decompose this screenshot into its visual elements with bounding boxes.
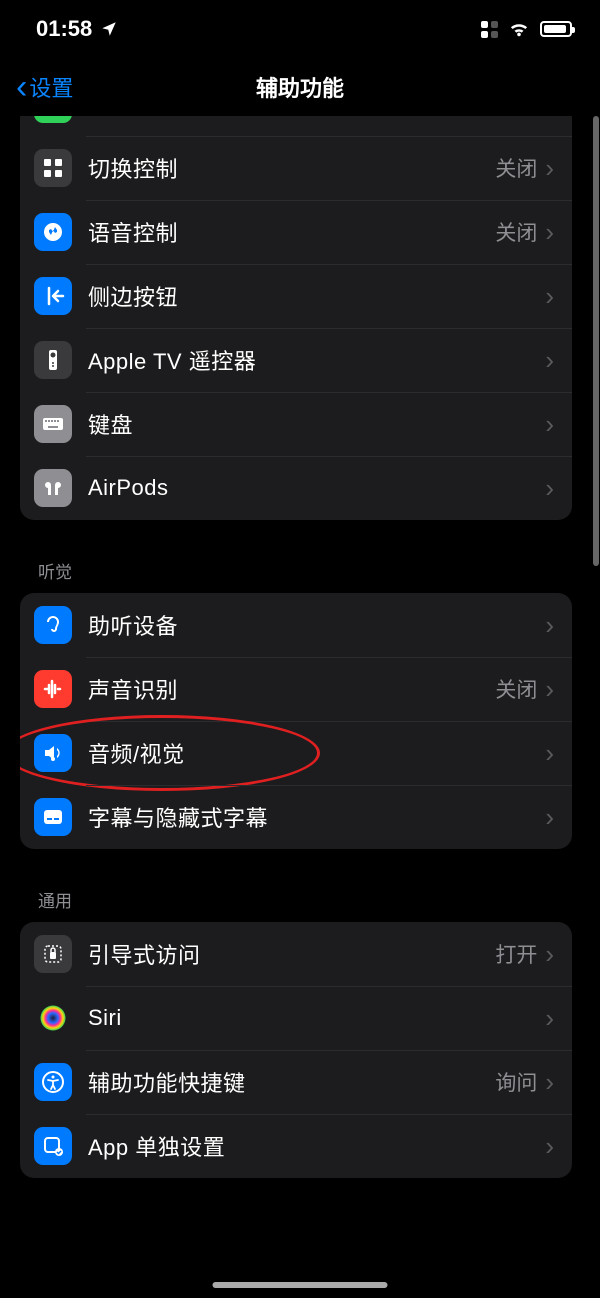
captions-icon	[34, 798, 72, 836]
chevron-right-icon: ›	[545, 610, 554, 641]
row-label: App 单独设置	[88, 1130, 545, 1162]
status-right	[481, 20, 572, 38]
page-title: 辅助功能	[256, 71, 344, 103]
chevron-right-icon: ›	[545, 939, 554, 970]
row-sound-recognition[interactable]: 声音识别 关闭 ›	[20, 657, 572, 721]
row-hearing-devices[interactable]: 助听设备 ›	[20, 593, 572, 657]
row-side-button[interactable]: 侧边按钮 ›	[20, 264, 572, 328]
scrollbar[interactable]	[593, 116, 599, 1288]
accessibility-icon	[34, 1063, 72, 1101]
back-label: 设置	[29, 71, 73, 103]
row-value: 关闭	[495, 153, 537, 183]
row-label: 侧边按钮	[88, 280, 545, 312]
row-guided-access[interactable]: 引导式访问 打开 ›	[20, 922, 572, 986]
row-label: AirPods	[88, 475, 545, 501]
chevron-right-icon: ›	[545, 802, 554, 833]
status-left: 01:58	[36, 16, 118, 42]
nav-header: ‹ 设置 辅助功能	[0, 58, 600, 116]
row-label: 语音控制	[88, 216, 495, 248]
row-label: 音频/视觉	[88, 737, 545, 769]
content-scroll[interactable]: 面容 ID 与注视 › 切换控制 关闭 › 语音控制 关闭 › 侧边按钮 ›	[0, 116, 592, 1298]
voice-control-icon	[34, 213, 72, 251]
airpods-icon	[34, 469, 72, 507]
home-indicator[interactable]	[213, 1282, 388, 1288]
row-audio-visual[interactable]: 音频/视觉 ›	[20, 721, 572, 785]
row-label: 声音识别	[88, 673, 495, 705]
tv-remote-icon	[34, 341, 72, 379]
signal-icon	[481, 21, 498, 38]
chevron-right-icon: ›	[545, 473, 554, 504]
row-label: Siri	[88, 1005, 545, 1031]
status-bar: 01:58	[0, 0, 600, 58]
chevron-right-icon: ›	[545, 409, 554, 440]
location-icon	[100, 20, 118, 38]
section-header-general: 通用	[0, 887, 592, 922]
row-label: 助听设备	[88, 609, 545, 641]
ear-icon	[34, 606, 72, 644]
row-label: 面容 ID 与注视	[88, 116, 545, 120]
chevron-right-icon: ›	[545, 116, 554, 120]
battery-icon	[540, 21, 572, 37]
side-button-icon	[34, 277, 72, 315]
chevron-right-icon: ›	[545, 1067, 554, 1098]
row-value: 关闭	[495, 674, 537, 704]
row-label: Apple TV 遥控器	[88, 344, 545, 376]
row-label: 字幕与隐藏式字幕	[88, 801, 545, 833]
chevron-right-icon: ›	[545, 345, 554, 376]
row-label: 引导式访问	[88, 938, 495, 970]
siri-icon	[34, 999, 72, 1037]
audio-visual-icon	[34, 734, 72, 772]
status-time: 01:58	[36, 16, 92, 42]
chevron-right-icon: ›	[545, 1131, 554, 1162]
row-label: 键盘	[88, 408, 545, 440]
guided-access-icon	[34, 935, 72, 973]
chevron-right-icon: ›	[545, 153, 554, 184]
row-label: 切换控制	[88, 152, 495, 184]
back-button[interactable]: ‹ 设置	[16, 70, 73, 104]
row-label: 辅助功能快捷键	[88, 1066, 495, 1098]
section-header-hearing: 听觉	[0, 558, 592, 593]
chevron-right-icon: ›	[545, 738, 554, 769]
row-value: 关闭	[495, 217, 537, 247]
row-face-id-attention[interactable]: 面容 ID 与注视 ›	[20, 116, 572, 136]
row-voice-control[interactable]: 语音控制 关闭 ›	[20, 200, 572, 264]
row-value: 询问	[495, 1067, 537, 1097]
chevron-right-icon: ›	[545, 281, 554, 312]
row-value: 打开	[495, 939, 537, 969]
chevron-right-icon: ›	[545, 217, 554, 248]
chevron-left-icon: ‹	[16, 70, 27, 104]
group-general: 引导式访问 打开 › Siri › 辅助功能快捷键 询问 › App 单独设置 …	[20, 922, 572, 1178]
row-switch-control[interactable]: 切换控制 关闭 ›	[20, 136, 572, 200]
group-hearing: 助听设备 › 声音识别 关闭 › 音频/视觉 › 字幕与隐藏式字幕 ›	[20, 593, 572, 849]
wifi-icon	[508, 20, 530, 38]
scrollbar-thumb[interactable]	[593, 116, 599, 566]
row-airpods[interactable]: AirPods ›	[20, 456, 572, 520]
row-subtitles-captions[interactable]: 字幕与隐藏式字幕 ›	[20, 785, 572, 849]
chevron-right-icon: ›	[545, 1003, 554, 1034]
row-siri[interactable]: Siri ›	[20, 986, 572, 1050]
keyboard-icon	[34, 405, 72, 443]
per-app-icon	[34, 1127, 72, 1165]
row-per-app-settings[interactable]: App 单独设置 ›	[20, 1114, 572, 1178]
group-physical-motor: 面容 ID 与注视 › 切换控制 关闭 › 语音控制 关闭 › 侧边按钮 ›	[20, 116, 572, 520]
switch-control-icon	[34, 149, 72, 187]
row-accessibility-shortcut[interactable]: 辅助功能快捷键 询问 ›	[20, 1050, 572, 1114]
face-id-icon	[34, 116, 72, 123]
row-apple-tv-remote[interactable]: Apple TV 遥控器 ›	[20, 328, 572, 392]
row-keyboard[interactable]: 键盘 ›	[20, 392, 572, 456]
chevron-right-icon: ›	[545, 674, 554, 705]
sound-recognition-icon	[34, 670, 72, 708]
